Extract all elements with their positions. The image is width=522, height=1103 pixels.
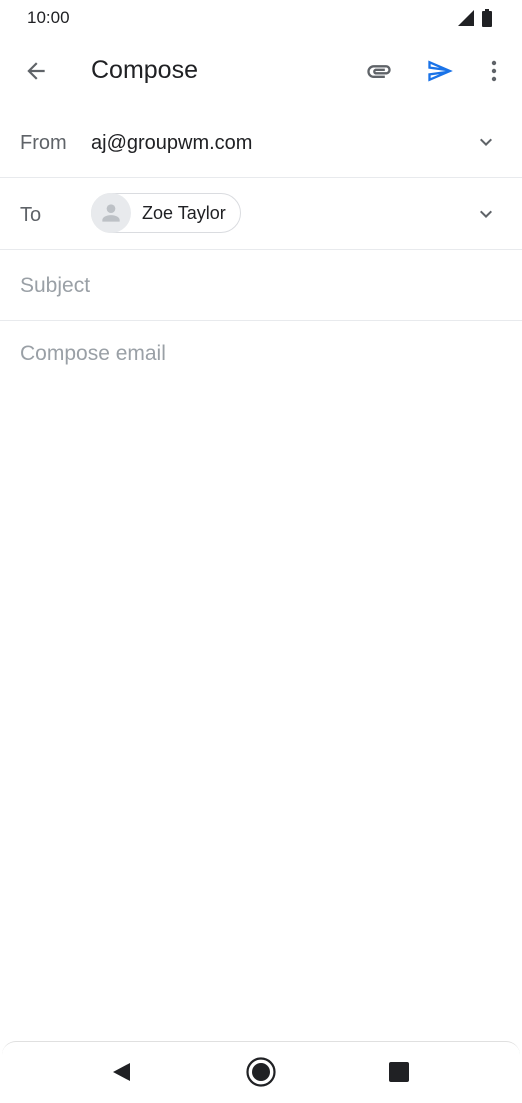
to-label: To	[20, 204, 42, 226]
nav-back-icon	[113, 1063, 130, 1081]
status-time: 10:00	[27, 8, 70, 27]
nav-home-icon	[246, 1057, 276, 1087]
chevron-down-icon	[480, 210, 492, 218]
subject-row	[0, 250, 522, 321]
nav-recents-icon	[389, 1062, 409, 1082]
from-label: From	[20, 132, 67, 154]
send-button[interactable]	[418, 49, 462, 93]
cell-signal-icon	[458, 10, 474, 26]
page-title: Compose	[91, 56, 198, 84]
to-dropdown-button[interactable]	[464, 192, 508, 236]
send-icon	[428, 60, 453, 82]
recipient-chip[interactable]: Zoe Taylor	[91, 193, 241, 233]
system-nav-bar	[2, 1041, 520, 1103]
from-dropdown-button[interactable]	[464, 120, 508, 164]
from-row: From aj@groupwm.com	[0, 107, 522, 178]
paperclip-icon	[367, 65, 391, 78]
status-icons	[458, 9, 492, 27]
compose-body-input[interactable]	[20, 340, 502, 1020]
more-options-button[interactable]	[472, 49, 516, 93]
person-icon	[102, 204, 120, 222]
app-bar: Compose	[0, 36, 522, 106]
subject-input[interactable]	[20, 272, 500, 300]
recipient-name: Zoe Taylor	[142, 202, 226, 223]
chevron-down-icon	[480, 138, 492, 146]
nav-home-button[interactable]	[239, 1050, 283, 1094]
nav-recents-button[interactable]	[377, 1050, 421, 1094]
from-address[interactable]: aj@groupwm.com	[91, 132, 252, 155]
battery-icon	[482, 9, 492, 27]
attach-button[interactable]	[357, 49, 401, 93]
avatar	[91, 193, 131, 233]
arrow-back-icon	[27, 62, 45, 80]
status-bar: 10:00	[0, 0, 522, 36]
nav-back-button[interactable]	[99, 1050, 143, 1094]
more-vert-icon	[491, 60, 497, 82]
to-row: To Zoe Taylor	[0, 178, 522, 250]
back-button[interactable]	[14, 49, 58, 93]
